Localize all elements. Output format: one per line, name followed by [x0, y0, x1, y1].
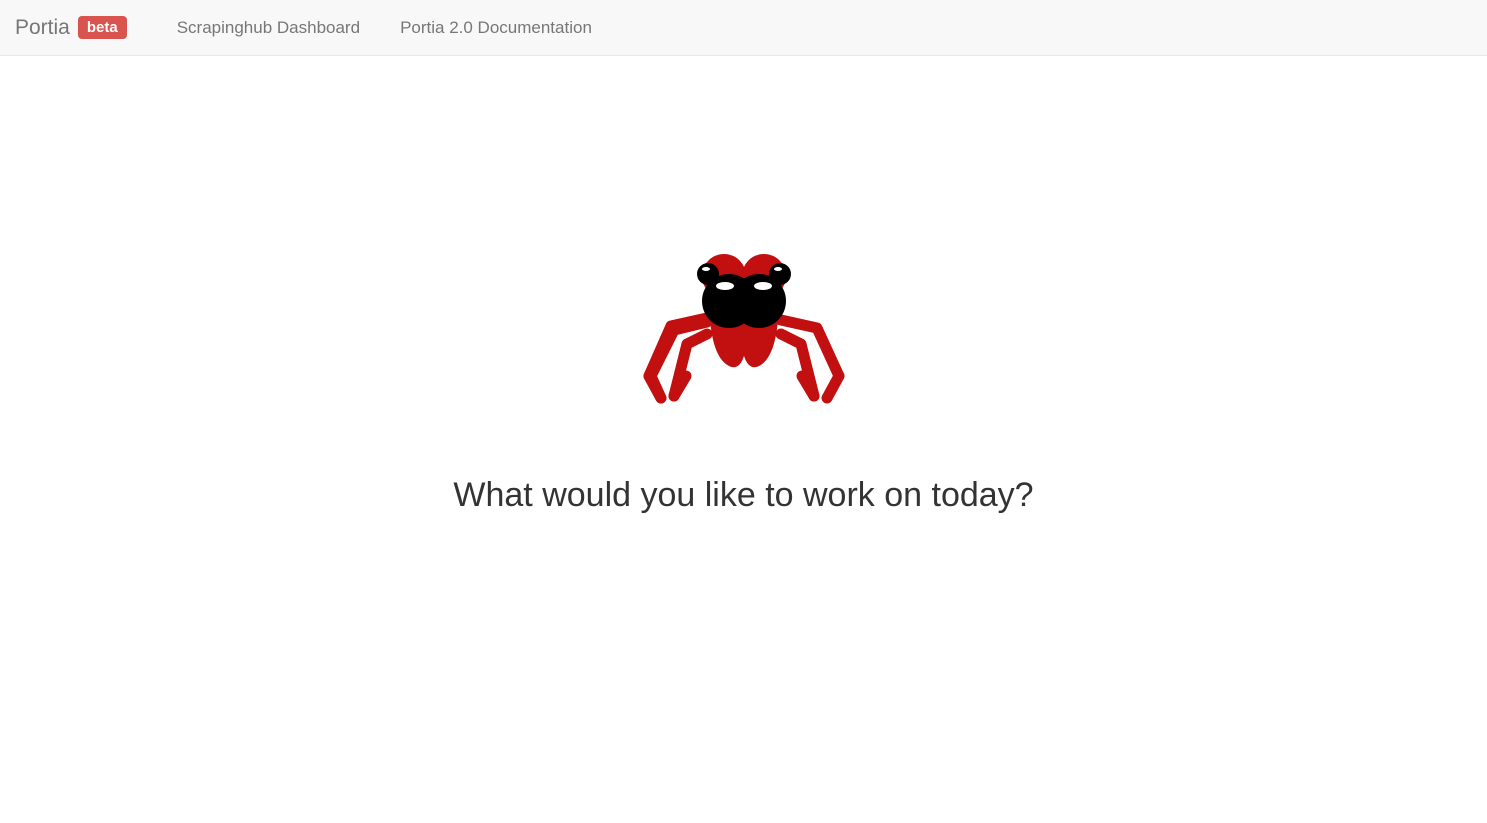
top-navbar: Portia beta Scrapinghub Dashboard Portia… [0, 0, 1487, 56]
nav-link-documentation[interactable]: Portia 2.0 Documentation [380, 18, 612, 38]
nav-link-dashboard[interactable]: Scrapinghub Dashboard [157, 18, 380, 38]
main-landing: What would you like to work on today? [0, 56, 1487, 515]
spider-logo-icon [629, 246, 859, 406]
beta-badge: beta [78, 16, 127, 39]
brand[interactable]: Portia beta [15, 16, 157, 40]
landing-headline: What would you like to work on today? [453, 476, 1033, 515]
brand-name: Portia [15, 16, 70, 40]
